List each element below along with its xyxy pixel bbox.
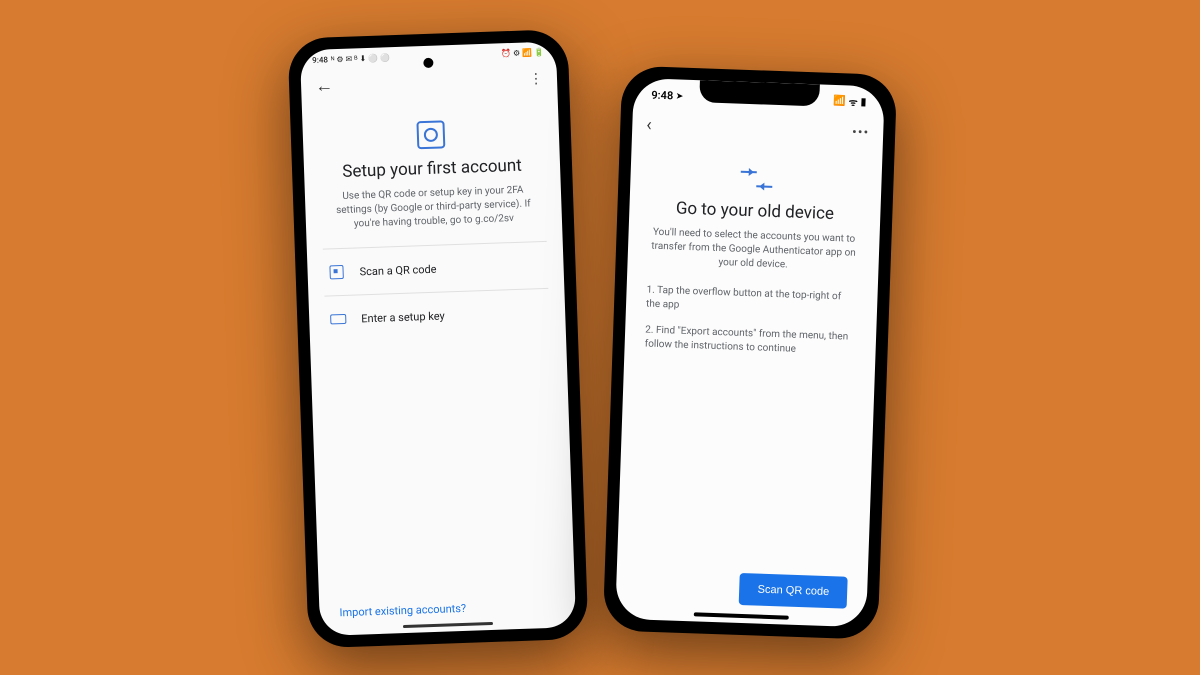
hero-icon-container: [646, 163, 866, 195]
notch: [698, 80, 819, 106]
status-time: 9:48: [651, 88, 673, 102]
iphone-frame: 9:48 ➤ 📶 ᯤ ▮ ‹ ••• Go to your old device…: [602, 66, 897, 640]
steps-list: 1. Tap the overflow button at the top-ri…: [640, 283, 862, 371]
scan-qr-button[interactable]: Scan QR code: [739, 573, 848, 609]
signal-icon: 📶: [833, 95, 846, 106]
page-subtitle: Use the QR code or setup key in your 2FA…: [320, 182, 545, 232]
enter-key-option[interactable]: Enter a setup key: [324, 287, 550, 342]
step-1: 1. Tap the overflow button at the top-ri…: [645, 284, 857, 319]
hero-icon-container: [318, 116, 543, 152]
page-title: Setup your first account: [319, 154, 544, 182]
iphone-screen: 9:48 ➤ 📶 ᯤ ▮ ‹ ••• Go to your old device…: [615, 78, 885, 627]
step-2: 2. Find "Export accounts" from the menu,…: [644, 323, 856, 358]
main-content: Setup your first account Use the QR code…: [301, 96, 575, 636]
page-subtitle: You'll need to select the accounts you w…: [643, 225, 863, 275]
page-title: Go to your old device: [645, 197, 865, 225]
import-link[interactable]: Import existing accounts?: [334, 582, 559, 635]
status-notif-icons: ᴺ ⚙ ✉ ᴮ ⬇ ⚪ ⚪: [330, 52, 389, 63]
main-content: Go to your old device You'll need to sel…: [615, 143, 882, 627]
wifi-icon: ᯤ: [848, 94, 858, 108]
location-icon: ➤: [676, 91, 683, 100]
battery-icon: ▮: [860, 96, 866, 107]
account-icon: [416, 120, 445, 149]
transfer-icon: [739, 167, 772, 192]
status-time: 9:48: [312, 54, 328, 64]
camera-hole: [423, 57, 433, 67]
scan-qr-label: Scan a QR code: [359, 262, 436, 278]
qr-icon: [327, 262, 346, 281]
android-phone-frame: 9:48 ᴺ ⚙ ✉ ᴮ ⬇ ⚪ ⚪ ⏰ ⚙ 📶 🔋 ← ⋮ Setup you…: [287, 28, 588, 647]
overflow-menu-button[interactable]: ⋮: [528, 70, 543, 86]
scan-qr-option[interactable]: Scan a QR code: [322, 240, 548, 295]
overflow-menu-button[interactable]: •••: [851, 124, 869, 141]
enter-key-label: Enter a setup key: [361, 308, 445, 324]
keyboard-icon: [328, 309, 347, 328]
status-system-icons: ⏰ ⚙ 📶 🔋: [500, 47, 543, 57]
back-button[interactable]: ←: [314, 75, 333, 97]
android-screen: 9:48 ᴺ ⚙ ✉ ᴮ ⬇ ⚪ ⚪ ⏰ ⚙ 📶 🔋 ← ⋮ Setup you…: [299, 41, 575, 636]
back-button[interactable]: ‹: [645, 114, 651, 135]
